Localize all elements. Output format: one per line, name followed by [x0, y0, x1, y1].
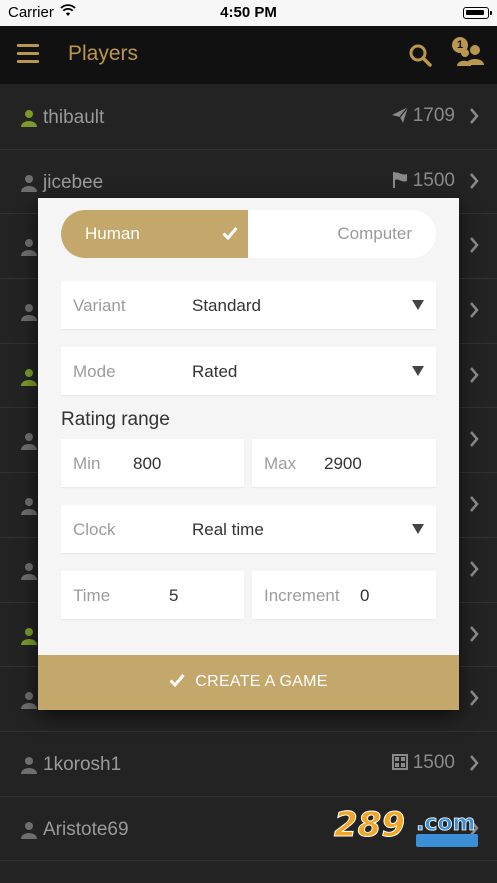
hamburger-menu-icon[interactable] [17, 44, 39, 63]
min-rating-input[interactable]: Min 800 [61, 439, 244, 487]
player-row[interactable]: thibault 1709 [0, 85, 497, 150]
battery-icon [463, 7, 492, 19]
min-value: 800 [133, 454, 162, 473]
player-name: 1korosh1 [43, 753, 122, 775]
player-rating: 1709 [412, 105, 455, 126]
chevron-right-icon [470, 172, 479, 189]
chevron-right-icon [470, 690, 479, 707]
user-icon [21, 821, 37, 839]
chevron-right-icon [470, 302, 479, 318]
page-title: Players [68, 42, 139, 65]
user-icon [21, 110, 37, 127]
status-time: 4:50 PM [220, 4, 277, 21]
user-icon [21, 692, 37, 710]
paper-plane-icon [392, 106, 409, 123]
player-rating: 1500 [412, 169, 455, 191]
toggle-computer[interactable]: Computer [248, 210, 436, 258]
flag-icon [393, 171, 407, 188]
dropdown-caret-icon [412, 300, 424, 310]
chevron-right-icon [470, 108, 479, 124]
player-name: thibault [43, 107, 105, 128]
variant-value: Standard [192, 296, 261, 315]
increment-label: Increment [264, 586, 340, 605]
player-rating: 1500 [412, 751, 455, 773]
increment-value: 0 [360, 586, 370, 605]
min-label: Min [73, 454, 101, 473]
app-header: Players 1 [0, 26, 497, 84]
mode-label: Mode [73, 362, 116, 381]
friends-badge: 1 [452, 37, 468, 53]
time-input[interactable]: Time 5 [61, 571, 244, 619]
user-icon [21, 433, 37, 451]
variant-select[interactable]: Variant Standard [61, 281, 436, 329]
max-label: Max [264, 454, 297, 473]
increment-input[interactable]: Increment 0 [252, 571, 436, 619]
variant-label: Variant [73, 296, 126, 315]
toggle-human[interactable]: Human [61, 210, 248, 258]
check-icon [169, 674, 185, 687]
time-value: 5 [169, 586, 179, 605]
player-name: Aristote69 [43, 818, 129, 840]
challenge-modal: Human Computer Variant Standard Mode Rat… [38, 198, 459, 710]
user-icon [21, 756, 37, 774]
user-icon [21, 498, 37, 516]
chevron-right-icon [470, 237, 479, 254]
mode-value: Rated [192, 362, 238, 381]
chevron-right-icon [470, 755, 479, 771]
grid-icon [392, 753, 408, 770]
dropdown-caret-icon [412, 524, 424, 534]
clock-select[interactable]: Clock Real time [61, 505, 436, 553]
user-icon [21, 239, 37, 257]
svg-text:.com: .com [416, 811, 475, 836]
clock-label: Clock [73, 520, 116, 539]
rating-range-title: Rating range [61, 409, 170, 430]
chevron-right-icon [470, 431, 479, 448]
user-icon [21, 304, 37, 322]
time-label: Time [73, 586, 111, 605]
dropdown-caret-icon [412, 366, 424, 376]
chevron-right-icon [470, 496, 479, 512]
status-bar: Carrier 4:50 PM [0, 0, 497, 26]
search-icon[interactable] [408, 43, 432, 67]
chevron-right-icon [470, 560, 479, 577]
user-icon [21, 627, 37, 645]
create-game-button[interactable]: CREATE A GAME [38, 655, 459, 710]
max-value: 2900 [324, 454, 362, 473]
mode-select[interactable]: Mode Rated [61, 347, 436, 395]
user-icon [21, 368, 37, 386]
watermark-logo: 289 .com [334, 805, 478, 847]
check-icon [222, 227, 238, 240]
toggle-human-label: Human [85, 224, 140, 243]
svg-text:289: 289 [334, 805, 405, 845]
clock-value: Real time [192, 520, 264, 539]
chevron-right-icon [470, 625, 479, 642]
user-icon [21, 562, 37, 580]
user-icon [21, 174, 37, 192]
max-rating-input[interactable]: Max 2900 [252, 439, 436, 487]
chevron-right-icon [470, 366, 479, 383]
player-name: jicebee [43, 171, 104, 193]
player-row[interactable]: 1korosh1 1500 [0, 732, 497, 797]
opponent-toggle: Human Computer [61, 210, 436, 258]
create-game-label: CREATE A GAME [195, 673, 328, 690]
toggle-computer-label: Computer [337, 224, 412, 243]
